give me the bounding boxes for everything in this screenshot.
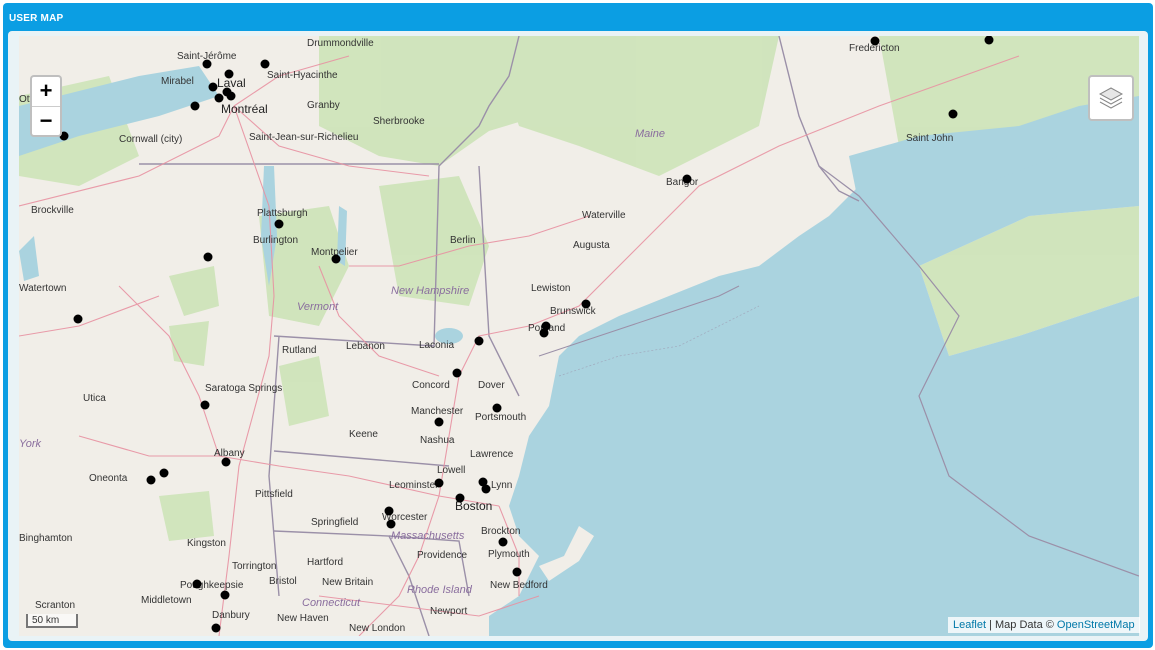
city-label: Plattsburgh (257, 208, 308, 219)
city-label: New Haven (277, 613, 329, 624)
map-canvas[interactable]: Maine Vermont New Hampshire Massachusett… (19, 36, 1139, 636)
attribution-text: | Map Data © (986, 619, 1057, 631)
leaflet-link[interactable]: Leaflet (953, 619, 986, 631)
city-label: New Bedford (490, 580, 548, 591)
city-label: Plymouth (488, 549, 530, 560)
city-label: Binghamton (19, 533, 72, 544)
city-label: Scranton (35, 600, 75, 611)
zoom-out-button[interactable]: − (32, 107, 60, 136)
map-svg: Maine Vermont New Hampshire Massachusett… (19, 36, 1139, 636)
city-label: Bangor (666, 177, 699, 188)
city-label: Augusta (573, 240, 610, 251)
city-label: Lewiston (531, 283, 570, 294)
city-label: Providence (417, 550, 467, 561)
city-label: Saratoga Springs (205, 383, 282, 394)
city-label: Lowell (437, 465, 465, 476)
region-label-connecticut: Connecticut (302, 597, 361, 609)
city-label: Mirabel (161, 76, 194, 87)
city-label: Brockville (31, 205, 74, 216)
city-label: Leominster (389, 480, 439, 491)
city-label: Newport (430, 606, 467, 617)
city-label: Lawrence (470, 449, 514, 460)
city-label: Laconia (419, 340, 454, 351)
city-label: Watertown (19, 283, 66, 294)
city-label: Danbury (212, 610, 250, 621)
city-label: Rutland (282, 345, 316, 356)
city-label: New Britain (322, 577, 373, 588)
scale-bar: 50 km (26, 614, 78, 628)
city-label: Springfield (311, 517, 358, 528)
region-label-york: York (19, 438, 42, 450)
city-label: Lebanon (346, 341, 385, 352)
city-label: Saint-Hyacinthe (267, 70, 338, 81)
city-label: Brunswick (550, 306, 597, 317)
city-label: Cornwall (city) (119, 134, 182, 145)
city-label: Utica (83, 393, 106, 404)
city-label: Montréal (221, 102, 268, 116)
city-label: Waterville (582, 210, 626, 221)
city-label: Laval (217, 76, 246, 90)
region-label-massachusetts: Massachusetts (391, 530, 465, 542)
city-label: Saint John (906, 133, 953, 144)
city-label: Dover (478, 380, 505, 391)
city-label: Middletown (141, 595, 192, 606)
city-label: Hartford (307, 557, 343, 568)
city-label: Lynn (491, 480, 512, 491)
city-label: Pittsfield (255, 489, 293, 500)
city-label: Berlin (450, 235, 476, 246)
region-label-maine: Maine (635, 128, 665, 140)
attribution: Leaflet | Map Data © OpenStreetMap (948, 617, 1140, 633)
zoom-control: + − (30, 75, 62, 137)
city-label: Manchester (411, 406, 464, 417)
region-label-vermont: Vermont (297, 301, 339, 313)
city-label: Concord (412, 380, 450, 391)
layers-button[interactable] (1088, 75, 1134, 121)
user-map-panel: USER MAP Maine Vermont New Hampshire Mas… (3, 3, 1153, 648)
city-label: Bristol (269, 576, 297, 587)
city-label: Saint-Jean-sur-Richelieu (249, 132, 359, 143)
city-label: Sherbrooke (373, 116, 425, 127)
map-frame: Maine Vermont New Hampshire Massachusett… (8, 31, 1148, 641)
city-label: Portsmouth (475, 412, 526, 423)
region-label-new-hampshire: New Hampshire (391, 285, 469, 297)
panel-title: USER MAP (9, 13, 64, 24)
city-label: Nashua (420, 435, 455, 446)
osm-link[interactable]: OpenStreetMap (1057, 619, 1135, 631)
city-label: Brockton (481, 526, 520, 537)
city-label: Kingston (187, 538, 226, 549)
city-label: Oneonta (89, 473, 128, 484)
layers-icon (1098, 87, 1124, 109)
city-label: Albany (214, 448, 245, 459)
city-label: Burlington (253, 235, 298, 246)
city-label: New London (349, 623, 405, 634)
city-label: Torrington (232, 561, 276, 572)
city-label: Keene (349, 429, 378, 440)
city-label: Drummondville (307, 38, 374, 49)
city-label: Granby (307, 100, 340, 111)
zoom-in-button[interactable]: + (32, 77, 60, 107)
region-label-rhode-island: Rhode Island (407, 584, 473, 596)
city-label: Poughkeepsie (180, 580, 244, 591)
